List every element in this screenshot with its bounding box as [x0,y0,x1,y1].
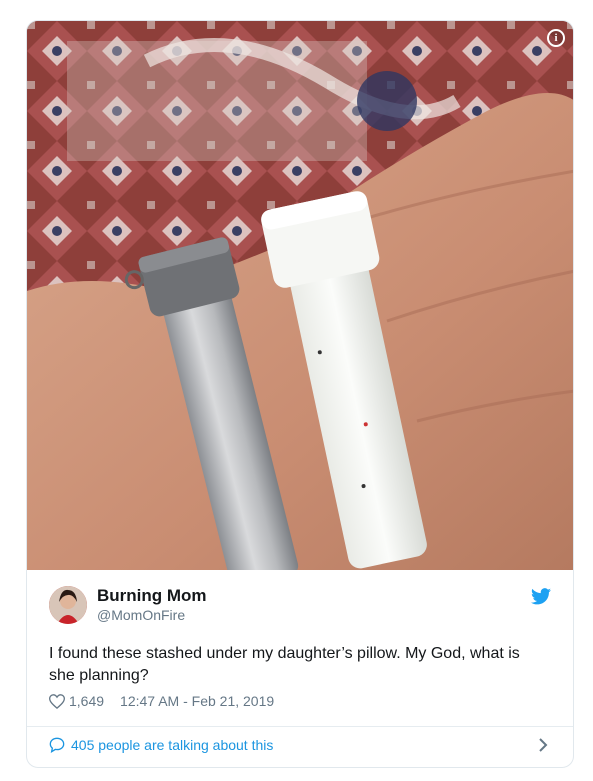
speech-bubble-icon [49,737,65,753]
info-icon[interactable]: i [547,29,565,47]
talking-count[interactable]: 405 people are talking about this [71,737,273,753]
tweet-photo[interactable]: i [27,21,573,570]
like-count[interactable]: 1,649 [69,693,104,709]
tweet-card[interactable]: i Burning Mom @MomOnFire I found these s… [26,20,574,768]
twitter-bird-icon[interactable] [531,588,551,605]
tweet-author[interactable]: Burning Mom @MomOnFire [49,585,207,625]
user-handle[interactable]: @MomOnFire [97,606,207,625]
divider [27,726,573,727]
tweet-meta: 1,649 12:47 AM - Feb 21, 2019 [49,693,274,709]
tweet-timestamp[interactable]: 12:47 AM - Feb 21, 2019 [120,693,274,709]
chevron-right-icon[interactable] [537,737,549,753]
conversation-link[interactable]: 405 people are talking about this [49,737,273,753]
tweet-text: I found these stashed under my daughter’… [49,645,520,684]
heart-icon[interactable] [49,693,65,709]
display-name[interactable]: Burning Mom [97,585,207,606]
avatar[interactable] [49,586,87,624]
